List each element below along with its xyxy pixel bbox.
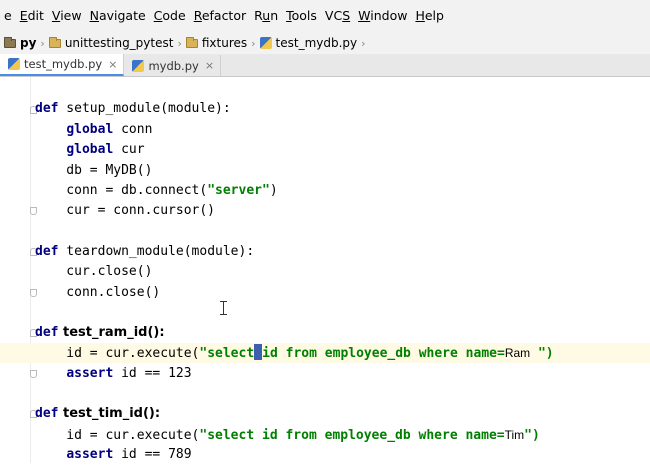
menu-vcs[interactable]: VCS: [321, 0, 354, 32]
code-line-active: id = cur.execute("select id from employee…: [35, 344, 554, 361]
menu-view[interactable]: View: [48, 0, 86, 32]
menu-edit[interactable]: Edit: [16, 0, 48, 32]
code-line: def test_tim_id():: [35, 406, 161, 421]
code-line: global conn: [66, 122, 153, 137]
breadcrumb-item-unittesting-pytest[interactable]: unittesting_pytest: [48, 33, 173, 53]
close-icon[interactable]: ×: [108, 58, 117, 71]
python-file-icon: [8, 58, 20, 70]
code-line: def test_ram_id():: [35, 325, 165, 340]
code-line: global cur: [66, 142, 145, 157]
menu-help[interactable]: Help: [411, 0, 448, 32]
text-caret: [254, 344, 263, 360]
gutter: [30, 77, 31, 463]
code-line: assert id == 789: [66, 447, 192, 462]
menu-navigate[interactable]: Navigate: [86, 0, 150, 32]
folder-icon: [4, 36, 16, 48]
folder-icon: [185, 36, 198, 48]
menu-code[interactable]: Code: [150, 0, 190, 32]
close-icon[interactable]: ×: [205, 59, 214, 72]
menu-window[interactable]: Window: [354, 0, 411, 32]
code-line: conn.close(): [35, 285, 161, 300]
menu-file[interactable]: e: [0, 0, 16, 32]
python-file-icon: [132, 59, 145, 72]
code-line: db = MyDB(): [35, 163, 153, 178]
breadcrumb-item-test-mydb[interactable]: test_mydb.py: [259, 33, 357, 53]
code-line: def teardown_module(module):: [35, 244, 255, 259]
code-line: def setup_module(module):: [35, 101, 231, 116]
menu-run[interactable]: Run: [250, 0, 282, 32]
menu-tools[interactable]: Tools: [282, 0, 321, 32]
menu-refactor[interactable]: Refactor: [190, 0, 250, 32]
mouse-ibeam-cursor-icon: [220, 301, 227, 315]
code-editor[interactable]: def setup_module(module): global conn gl…: [0, 77, 650, 463]
code-line: cur.close(): [35, 264, 153, 279]
menu-bar: e Edit View Navigate Code Refactor Run T…: [0, 0, 650, 32]
breadcrumb-separator: ›: [361, 36, 366, 50]
breadcrumb-separator: ›: [251, 36, 256, 50]
tab-mydb[interactable]: mydb.py ×: [124, 55, 222, 76]
tab-test-mydb[interactable]: test_mydb.py ×: [0, 54, 125, 76]
editor-tab-bar: test_mydb.py × mydb.py ×: [0, 54, 650, 77]
code-line: conn = db.connect("server"): [35, 183, 278, 198]
folder-icon: [48, 36, 61, 48]
code-line: id = cur.execute("select id from employe…: [35, 428, 540, 443]
breadcrumb-separator: ›: [40, 36, 45, 50]
code-line: assert id == 123: [66, 366, 192, 381]
breadcrumb-item-py[interactable]: py: [4, 33, 36, 53]
python-file-icon: [259, 37, 272, 49]
breadcrumb-item-fixtures[interactable]: fixtures: [185, 33, 247, 53]
code-line: cur = conn.cursor(): [35, 203, 216, 218]
breadcrumb: py › unittesting_pytest › fixtures › tes…: [0, 32, 650, 54]
breadcrumb-separator: ›: [177, 36, 182, 50]
